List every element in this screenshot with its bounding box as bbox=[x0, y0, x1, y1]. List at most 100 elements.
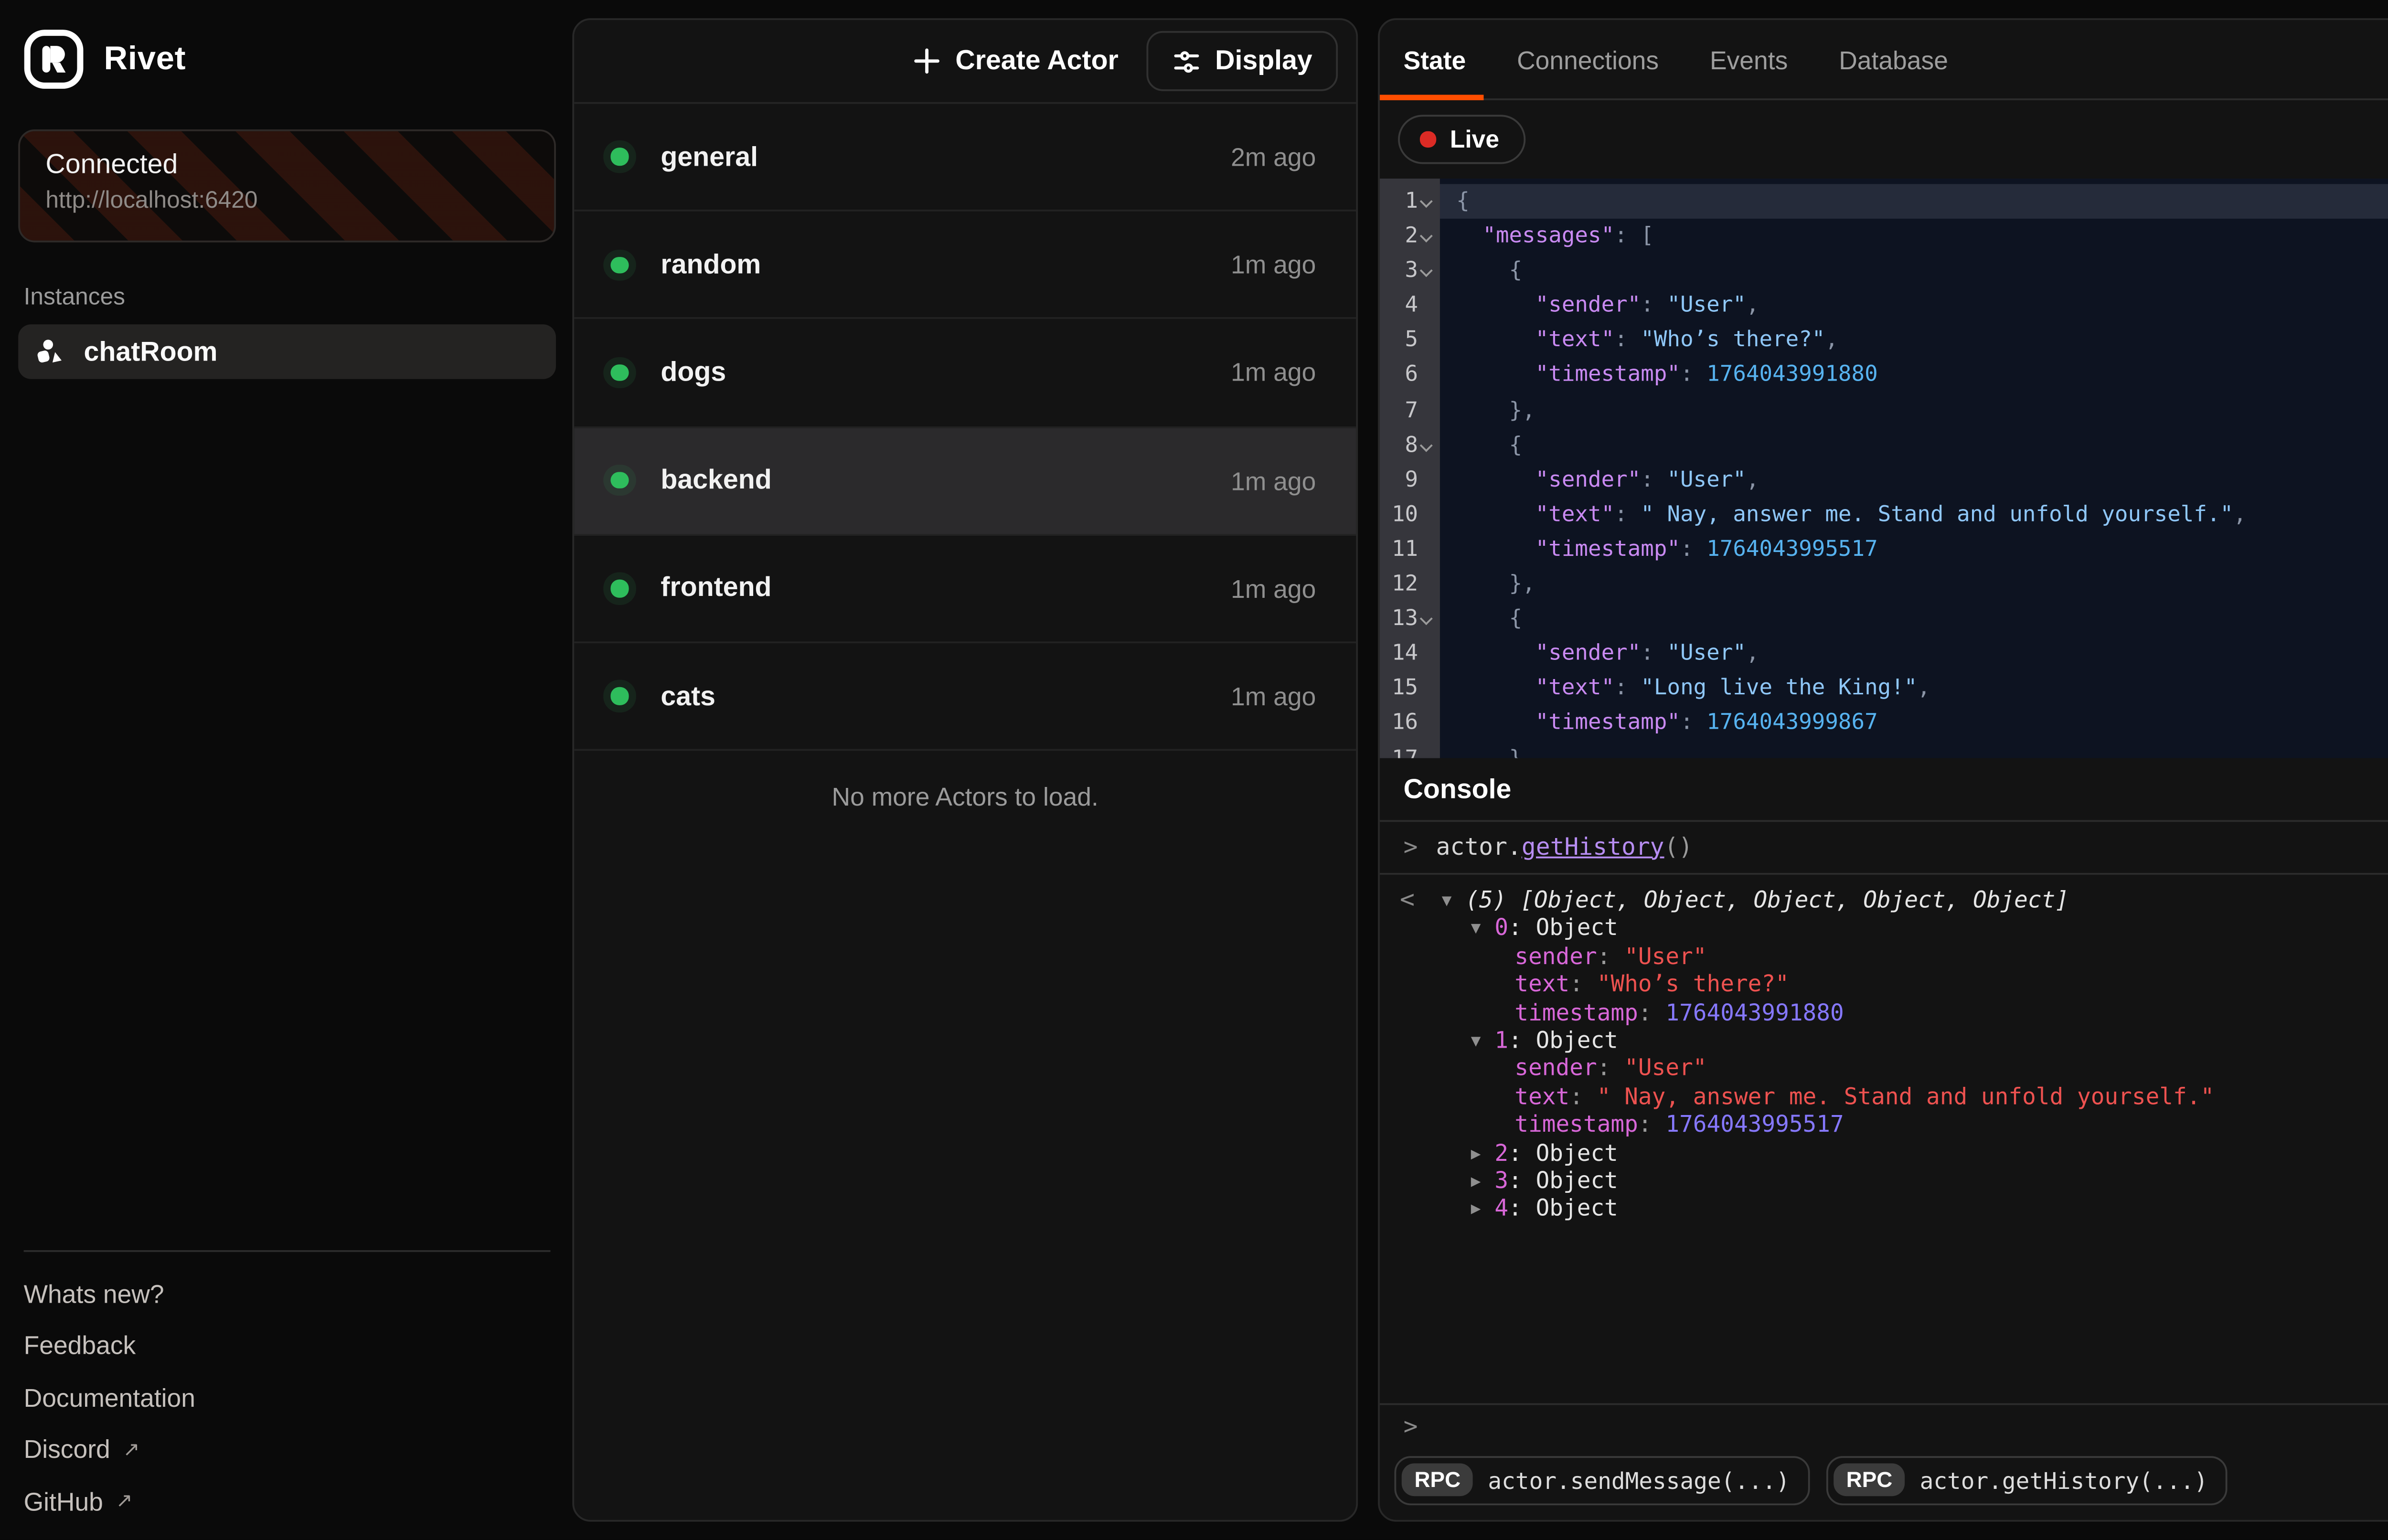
tree-expanded-icon[interactable]: ▼ bbox=[1471, 917, 1495, 945]
tab-state[interactable]: State bbox=[1404, 45, 1466, 74]
console-row: timestamp: 1764043991880 bbox=[1380, 998, 2388, 1026]
line-number: 3 bbox=[1380, 254, 1418, 288]
line-number: 10 bbox=[1380, 497, 1418, 532]
sidebar-link-label: GitHub bbox=[24, 1486, 103, 1515]
code-text: "sender": "User", bbox=[1440, 288, 2388, 323]
actor-updated-time: 2m ago bbox=[1231, 142, 1316, 171]
gutter-cell: 12 bbox=[1380, 567, 1440, 602]
code-text: }, bbox=[1440, 393, 2388, 428]
code-line: 14 "sender": "User", bbox=[1380, 637, 2388, 671]
rpc-button-2[interactable]: RPC actor.getHistory(...) bbox=[1826, 1455, 2228, 1504]
code-text: "timestamp": 1764043991880 bbox=[1440, 358, 2388, 393]
create-actor-button[interactable]: Create Actor bbox=[914, 45, 1119, 76]
actor-name: cats bbox=[661, 681, 715, 712]
external-link-icon: ↗ bbox=[123, 1437, 139, 1461]
actor-row-dogs[interactable]: dogs1m ago bbox=[574, 319, 1356, 427]
active-tab-indicator bbox=[1380, 94, 1484, 100]
sidebar-link-discord[interactable]: Discord↗ bbox=[18, 1435, 556, 1462]
sidebar-link-github[interactable]: GitHub↗ bbox=[18, 1487, 556, 1514]
fold-chevron-icon[interactable] bbox=[1420, 195, 1433, 208]
actor-updated-time: 1m ago bbox=[1231, 574, 1316, 603]
instances-label: Instances bbox=[18, 283, 556, 310]
tab-connections[interactable]: Connections bbox=[1517, 45, 1659, 74]
tree-expanded-icon[interactable]: ▼ bbox=[1471, 1030, 1495, 1058]
create-actor-label: Create Actor bbox=[955, 45, 1119, 76]
tab-events[interactable]: Events bbox=[1710, 45, 1788, 74]
tree-collapsed-icon[interactable]: ▶ bbox=[1471, 1170, 1495, 1198]
actor-name: backend bbox=[661, 465, 771, 496]
gutter-cell: 7 bbox=[1380, 393, 1440, 428]
code-line: 6 "timestamp": 1764043991880 bbox=[1380, 358, 2388, 393]
code-text: "timestamp": 1764043995517 bbox=[1440, 532, 2388, 567]
gutter-cell: 17 bbox=[1380, 741, 1440, 758]
code-line: 11 "timestamp": 1764043995517 bbox=[1380, 532, 2388, 567]
code-text: "sender": "User", bbox=[1440, 637, 2388, 671]
sidebar-link-documentation[interactable]: Documentation bbox=[18, 1383, 556, 1411]
code-line: 4 "sender": "User", bbox=[1380, 288, 2388, 323]
sidebar-footer: Whats new? Feedback Documentation Discord↗ G… bbox=[18, 1250, 556, 1514]
line-number: 7 bbox=[1380, 393, 1418, 428]
sidebar-link-label: Documentation bbox=[24, 1382, 195, 1412]
state-toolbar: Live bbox=[1380, 100, 2388, 179]
state-json-editor[interactable]: 1{2 "messages": [3 {4 "sender": "User",5… bbox=[1380, 179, 2388, 758]
code-line: 16 "timestamp": 1764043999867 bbox=[1380, 706, 2388, 741]
code-text: }, bbox=[1440, 567, 2388, 602]
console-row: ▶4: Object bbox=[1380, 1194, 2388, 1222]
tab-database[interactable]: Database bbox=[1839, 45, 1948, 74]
console-row: sender: "User" bbox=[1380, 942, 2388, 970]
fold-chevron-icon[interactable] bbox=[1420, 613, 1433, 626]
console-row: text: "Who’s there?" bbox=[1380, 970, 2388, 998]
actor-updated-time: 1m ago bbox=[1231, 250, 1316, 279]
sidebar-link-feedback[interactable]: Feedback bbox=[18, 1331, 556, 1359]
status-dot-icon bbox=[610, 688, 628, 705]
gutter-cell: 14 bbox=[1380, 637, 1440, 671]
actor-row-frontend[interactable]: frontend1m ago bbox=[574, 535, 1356, 643]
gutter-cell: 8 bbox=[1380, 428, 1440, 463]
actor-row-cats[interactable]: cats1m ago bbox=[574, 643, 1356, 751]
status-dot-icon bbox=[610, 148, 628, 165]
sidebar: Rivet Connected http://localhost:6420 In… bbox=[0, 0, 572, 1540]
console-input[interactable]: > bbox=[1380, 1403, 2388, 1451]
empty-note: No more Actors to load. bbox=[574, 782, 1356, 811]
code-line: 3 { bbox=[1380, 254, 2388, 288]
connection-url: http://localhost:6420 bbox=[45, 186, 528, 213]
connection-status: Connected bbox=[45, 149, 528, 181]
line-number: 12 bbox=[1380, 567, 1418, 602]
tree-collapsed-icon[interactable]: ▶ bbox=[1471, 1198, 1495, 1226]
rpc-badge: RPC bbox=[1834, 1464, 1905, 1497]
line-number: 16 bbox=[1380, 706, 1418, 741]
line-number: 13 bbox=[1380, 602, 1418, 637]
plus-icon bbox=[914, 47, 941, 74]
console-row: ▼1: Object bbox=[1380, 1026, 2388, 1054]
tree-expanded-icon[interactable]: ▼ bbox=[1442, 889, 1466, 917]
sidebar-item-chatroom[interactable]: chatRoom bbox=[18, 324, 556, 379]
code-text: { bbox=[1440, 184, 2388, 219]
rpc-method: actor.getHistory(...) bbox=[1920, 1466, 2208, 1493]
display-button[interactable]: Display bbox=[1146, 31, 1338, 91]
sidebar-link-label: Whats new? bbox=[24, 1278, 164, 1307]
actor-row-random[interactable]: random1m ago bbox=[574, 212, 1356, 319]
tree-collapsed-icon[interactable]: ▶ bbox=[1471, 1142, 1495, 1170]
status-dot-icon bbox=[610, 364, 628, 381]
prompt-chevron-icon: > bbox=[1404, 834, 1418, 861]
rpc-button-1[interactable]: RPCactor.sendMessage(...) bbox=[1394, 1455, 1810, 1504]
code-line: 8 { bbox=[1380, 428, 2388, 463]
actor-row-backend[interactable]: backend1m ago bbox=[574, 427, 1356, 535]
fold-chevron-icon[interactable] bbox=[1420, 265, 1433, 277]
line-number: 1 bbox=[1380, 184, 1418, 219]
console-command-row: > actor.getHistory() bbox=[1380, 822, 2388, 875]
inspector-tabs: State Connections Events Database bbox=[1404, 45, 1948, 74]
console-command: actor.getHistory() bbox=[1436, 834, 1693, 861]
rpc-method: actor.sendMessage(...) bbox=[1488, 1466, 1790, 1493]
console-title: Console bbox=[1404, 774, 1512, 805]
code-text: { bbox=[1440, 428, 2388, 463]
actor-row-general[interactable]: general 2m ago bbox=[574, 104, 1356, 212]
code-line: 12 }, bbox=[1380, 567, 2388, 602]
gutter-cell: 2 bbox=[1380, 219, 1440, 254]
fold-chevron-icon[interactable] bbox=[1420, 438, 1433, 451]
actor-name: general bbox=[661, 141, 758, 172]
code-line: 13 { bbox=[1380, 602, 2388, 637]
fold-chevron-icon[interactable] bbox=[1420, 230, 1433, 243]
sidebar-link-whats-new-[interactable]: Whats new? bbox=[18, 1279, 556, 1306]
console-header[interactable]: Console bbox=[1380, 758, 2388, 822]
